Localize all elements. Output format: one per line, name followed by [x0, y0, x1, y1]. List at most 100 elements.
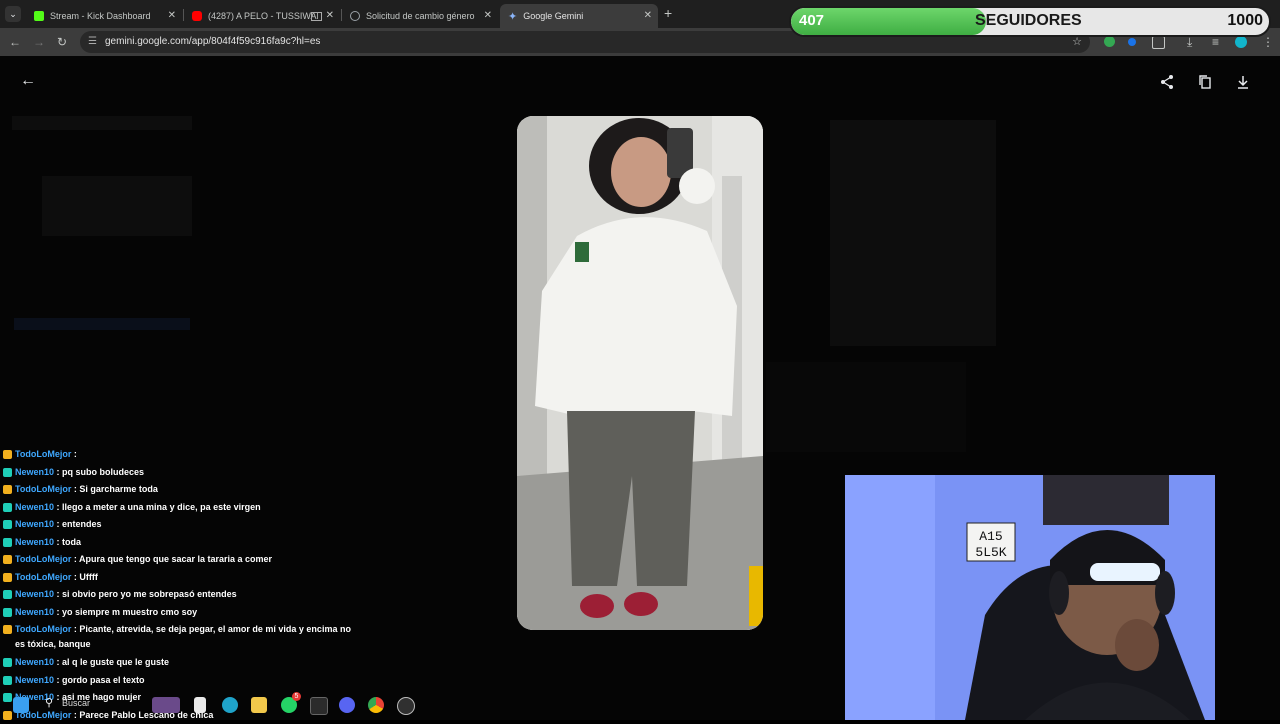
forward-icon[interactable]: → — [33, 35, 45, 49]
tab-title: (4287) A PELO - TUSSIWAR... — [208, 11, 318, 21]
arrow-left-icon[interactable]: ← — [20, 73, 36, 89]
chat-message: TodoLoMejor : Uffff — [2, 569, 362, 587]
obs-icon[interactable] — [397, 697, 415, 715]
chat-username: Newen10 — [15, 502, 54, 512]
chat-message: Newen10 : yo siempre m muestro cmo soy — [2, 604, 362, 622]
taskbar-search-label[interactable]: Buscar — [62, 698, 90, 708]
gemini-icon: ✦ — [508, 10, 517, 23]
globe-icon — [350, 11, 360, 21]
background-sidebar-item — [14, 318, 190, 330]
taskbar: ⚲ Buscar 5 — [0, 691, 520, 720]
tab-title: Google Gemini — [523, 11, 583, 21]
chat-username: Newen10 — [15, 589, 54, 599]
user-badge-icon — [3, 520, 12, 529]
new-tab-button[interactable]: + — [664, 6, 672, 20]
user-badge-icon — [3, 608, 12, 617]
sign-line-2: 5L5K — [975, 545, 1006, 560]
background-thumbnail — [42, 176, 192, 236]
chat-message: Newen10 : llego a meter a una mina y dic… — [2, 499, 362, 517]
media-control-icon[interactable]: ≡ — [1212, 35, 1219, 49]
chat-username: TodoLoMejor — [15, 484, 71, 494]
user-badge-icon — [3, 658, 12, 667]
chat-username: TodoLoMejor — [15, 572, 71, 582]
user-badge-icon — [3, 450, 12, 459]
share-icon[interactable] — [1159, 74, 1175, 90]
download-icon[interactable] — [1235, 74, 1251, 90]
tab-search-button[interactable]: ⌄ — [5, 6, 21, 22]
user-badge-icon — [3, 625, 12, 634]
chat-text: : al q le guste que le guste — [54, 657, 169, 667]
whatsapp-badge: 5 — [292, 692, 301, 701]
chat-text: : gordo pasa el texto — [54, 675, 145, 685]
search-icon[interactable]: ⚲ — [45, 696, 53, 709]
chat-message: Newen10 : si obvio pero yo me sobrepasó … — [2, 586, 362, 604]
close-tab-icon[interactable]: ✕ — [644, 10, 652, 21]
extension-audio-icon[interactable] — [1128, 38, 1136, 46]
folder-icon[interactable] — [251, 697, 267, 713]
chat-username: TodoLoMejor — [15, 624, 71, 634]
extensions-puzzle-icon[interactable] — [1152, 36, 1165, 49]
chat-text: : pq subo boludeces — [54, 467, 144, 477]
chat-username: Newen10 — [15, 519, 54, 529]
chat-message: TodoLoMejor : Picante, atrevida, se deja… — [2, 621, 362, 654]
chat-text: : Apura que tengo que sacar la tararia a… — [71, 554, 272, 564]
chat-message: Newen10 : entendes — [2, 516, 362, 534]
cast-icon — [311, 12, 322, 21]
chat-message: Newen10 : al q le guste que le guste — [2, 654, 362, 672]
user-badge-icon — [3, 468, 12, 477]
tab-solicitud[interactable]: Solicitud de cambio género ✕ — [342, 4, 498, 28]
tab-kick-dashboard[interactable]: Stream - Kick Dashboard ✕ — [26, 4, 182, 28]
chat-username: TodoLoMejor — [15, 449, 71, 459]
extension-shield-icon[interactable] — [1104, 36, 1115, 47]
discord-icon[interactable] — [339, 697, 355, 713]
reload-icon[interactable]: ↻ — [57, 35, 67, 49]
chat-message: Newen10 : toda — [2, 534, 362, 552]
sign-line-1: A15 — [979, 529, 1002, 544]
follower-goal-bar: 407 SEGUIDORES 1000 — [789, 6, 1271, 37]
close-tab-icon[interactable]: ✕ — [326, 10, 334, 21]
background-image-preview — [830, 120, 996, 346]
back-icon[interactable]: ← — [9, 35, 21, 49]
user-badge-icon — [3, 590, 12, 599]
tab-youtube[interactable]: (4287) A PELO - TUSSIWAR... ✕ — [184, 4, 340, 28]
user-badge-icon — [3, 503, 12, 512]
background-sidebar-item — [12, 116, 192, 130]
user-badge-icon — [3, 676, 12, 685]
background-text-block — [766, 362, 966, 452]
chat-username: Newen10 — [15, 657, 54, 667]
chat-username: TodoLoMejor — [15, 554, 71, 564]
follower-count: 407 — [799, 12, 824, 29]
generated-image[interactable] — [517, 116, 763, 630]
chrome-icon[interactable] — [368, 697, 384, 713]
follower-label: SEGUIDORES — [975, 12, 1082, 30]
chat-username: Newen10 — [15, 675, 54, 685]
webcam-feed: A15 5L5K — [845, 475, 1215, 720]
profile-avatar-icon[interactable] — [1235, 36, 1247, 48]
tab-title: Stream - Kick Dashboard — [50, 11, 151, 21]
close-tab-icon[interactable]: ✕ — [484, 10, 492, 21]
site-info-icon[interactable]: ☰ — [88, 36, 97, 47]
chat-text: : — [71, 449, 77, 459]
chat-text: : toda — [54, 537, 81, 547]
close-tab-icon[interactable]: ✕ — [168, 10, 176, 21]
youtube-icon — [192, 11, 202, 21]
chat-message: TodoLoMejor : Apura que tengo que sacar … — [2, 551, 362, 569]
chat-message: TodoLoMejor : — [2, 446, 362, 464]
user-badge-icon — [3, 573, 12, 582]
download-icon[interactable]: ⤓ — [1187, 35, 1192, 49]
chat-text: : si obvio pero yo me sobrepasó entendes — [54, 589, 237, 599]
tab-gemini[interactable]: ✦ Google Gemini ✕ — [500, 4, 658, 28]
copy-icon[interactable] — [1197, 74, 1213, 90]
browser-menu-icon[interactable]: ⋮ — [1262, 35, 1274, 49]
widget-icon[interactable] — [152, 697, 180, 713]
edge-icon[interactable] — [222, 697, 238, 713]
epic-icon[interactable] — [310, 697, 328, 715]
file-icon[interactable] — [194, 697, 206, 713]
chat-username: Newen10 — [15, 467, 54, 477]
stream-chat: TodoLoMejor : Newen10 : pq subo boludece… — [2, 446, 362, 724]
chat-message: TodoLoMejor : Si garcharme toda — [2, 481, 362, 499]
windows-start-icon[interactable] — [13, 697, 29, 713]
chat-username: Newen10 — [15, 537, 54, 547]
url-text: gemini.google.com/app/804f4f59c916fa9c?h… — [105, 36, 320, 47]
chat-text: : Si garcharme toda — [71, 484, 158, 494]
